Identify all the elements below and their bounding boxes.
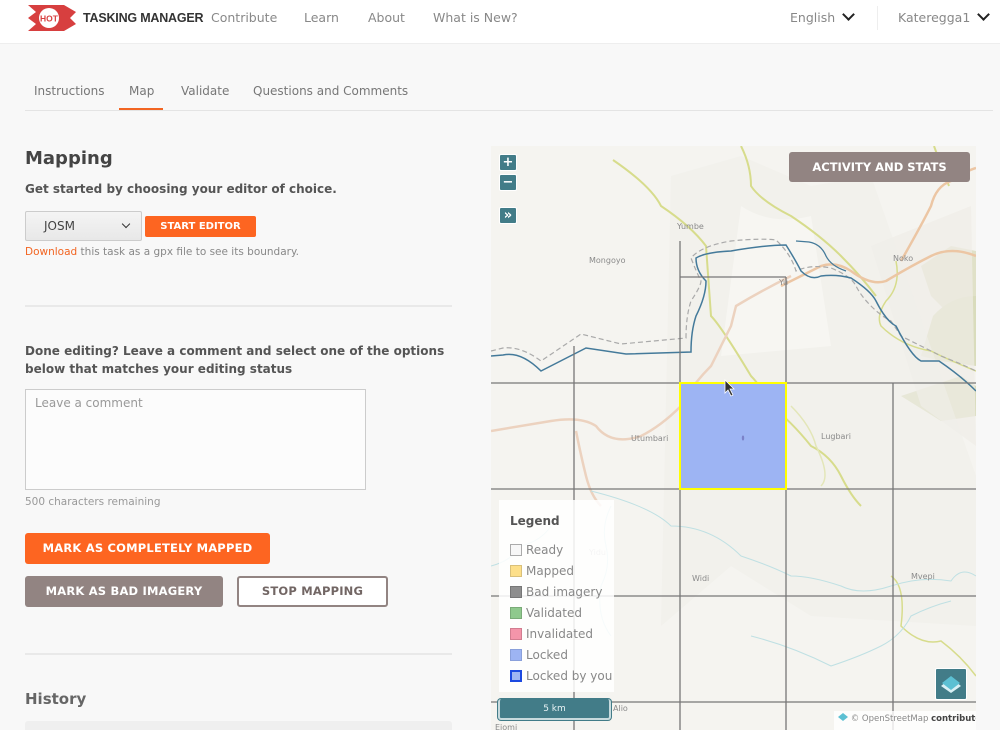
legend-label: Validated	[526, 605, 582, 620]
start-editor-button[interactable]: START EDITOR	[145, 216, 256, 237]
editor-select[interactable]: JOSM	[25, 211, 142, 241]
nav-whats-new[interactable]: What is New?	[433, 10, 518, 25]
stop-mapping-button[interactable]: STOP MAPPING	[237, 576, 388, 607]
section-divider	[25, 653, 452, 655]
chevron-down-icon	[977, 8, 991, 21]
place-label: Alio	[613, 704, 628, 713]
place-label: Noko	[893, 254, 914, 263]
active-tab-indicator	[119, 108, 163, 110]
legend-item: Mapped	[510, 560, 614, 581]
legend-label: Locked	[526, 647, 568, 662]
nav-contribute[interactable]: Contribute	[211, 10, 277, 25]
legend-title: Legend	[510, 514, 560, 528]
tab-validate[interactable]: Validate	[181, 84, 229, 98]
legend-swatch	[510, 669, 522, 682]
chevron-down-icon	[121, 219, 131, 229]
hot-logo-icon[interactable]: HOT	[26, 3, 78, 33]
tab-map[interactable]: Map	[129, 84, 154, 98]
legend-item: Locked	[510, 644, 614, 665]
task-tabs: Instructions Map Validate Questions and …	[25, 76, 993, 111]
attribution-contributors[interactable]: contributors	[931, 714, 976, 724]
attribution-text[interactable]: © OpenStreetMap	[851, 714, 929, 724]
task-map[interactable]: Yumbe Mongoyo Noko Yu Utumbari Lugbari Y…	[491, 146, 976, 730]
brand-name[interactable]: TASKING MANAGER	[83, 11, 204, 25]
download-hint: Download this task as a gpx file to see …	[25, 246, 299, 258]
legend-label: Mapped	[526, 563, 574, 578]
legend-swatch	[510, 627, 522, 640]
legend-label: Invalidated	[526, 626, 593, 641]
layers-icon	[941, 676, 961, 693]
place-label: Mvepi	[911, 572, 935, 581]
editor-selected-value: JOSM	[44, 219, 75, 233]
download-link[interactable]: Download	[25, 246, 77, 258]
characters-remaining: 500 characters remaining	[25, 496, 161, 508]
task-centroid-marker	[741, 435, 745, 441]
user-menu[interactable]: Kateregga1	[898, 8, 991, 25]
editor-prompt: Get started by choosing your editor of c…	[25, 182, 337, 196]
mapbox-layers-icon	[838, 713, 848, 721]
tab-questions-comments[interactable]: Questions and Comments	[253, 84, 408, 98]
map-attribution: © OpenStreetMap contributors	[834, 711, 976, 730]
done-editing-prompt: Done editing? Leave a comment and select…	[25, 344, 445, 376]
place-label: Mongoyo	[589, 256, 626, 265]
chevron-down-icon	[842, 8, 856, 21]
place-label: Yu	[779, 278, 789, 287]
legend-item: Invalidated	[510, 623, 614, 644]
language-label: English	[790, 10, 836, 25]
history-title: History	[25, 690, 87, 708]
section-divider	[25, 305, 452, 307]
legend-item: Validated	[510, 602, 614, 623]
legend-swatch	[510, 585, 522, 598]
logo-text: HOT	[40, 14, 59, 24]
legend-item: Bad imagery	[510, 581, 614, 602]
layer-switcher-button[interactable]	[935, 668, 967, 700]
activity-and-stats-button[interactable]: ACTIVITY AND STATS	[789, 152, 970, 182]
nav-about[interactable]: About	[368, 10, 405, 25]
map-scale-bar: 5 km	[498, 699, 611, 720]
legend-swatch	[510, 564, 522, 577]
legend-label: Bad imagery	[526, 584, 603, 599]
legend-label: Ready	[526, 542, 564, 557]
nav-learn[interactable]: Learn	[304, 10, 339, 25]
place-label: Widi	[692, 574, 710, 583]
place-label: Eiomi	[495, 723, 518, 730]
zoom-in-button[interactable]: +	[499, 154, 517, 171]
zoom-out-button[interactable]: −	[499, 174, 517, 191]
legend-item: Locked by you	[510, 665, 614, 686]
legend-swatch	[510, 543, 522, 556]
map-legend: Legend Ready Mapped Bad imagery Validated In…	[499, 500, 614, 692]
expand-map-button[interactable]: »	[499, 207, 517, 224]
mark-completely-mapped-button[interactable]: MARK AS COMPLETELY MAPPED	[25, 533, 270, 564]
selected-task-cell[interactable]	[679, 382, 787, 490]
place-label: Lugbari	[821, 432, 851, 441]
comment-input[interactable]	[25, 389, 366, 490]
top-navbar: HOT TASKING MANAGER Contribute Learn Abo…	[0, 0, 1000, 44]
place-label: Yumbe	[677, 222, 704, 231]
tab-instructions[interactable]: Instructions	[34, 84, 104, 98]
legend-item: Ready	[510, 539, 614, 560]
language-selector[interactable]: English	[790, 8, 856, 25]
mouse-cursor-icon	[724, 379, 735, 397]
history-panel	[25, 721, 452, 730]
section-title: Mapping	[25, 148, 113, 169]
mark-bad-imagery-button[interactable]: MARK AS BAD IMAGERY	[25, 576, 223, 607]
username-label: Kateregga1	[898, 10, 971, 25]
place-label: Utumbari	[631, 434, 669, 443]
legend-label: Locked by you	[526, 668, 613, 683]
legend-swatch	[510, 648, 522, 661]
legend-swatch	[510, 606, 522, 619]
download-hint-text: this task as a gpx file to see its bound…	[77, 246, 300, 258]
header-divider	[877, 6, 878, 30]
